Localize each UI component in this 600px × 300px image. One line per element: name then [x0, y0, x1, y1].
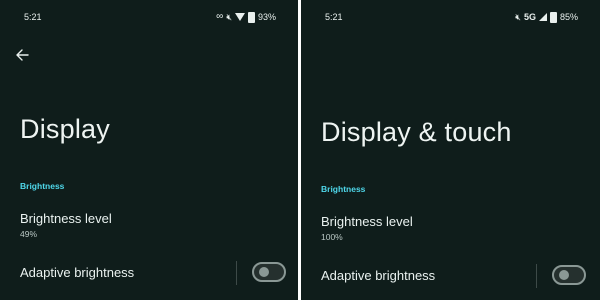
toggle-knob	[259, 267, 269, 277]
section-header-brightness: Brightness	[321, 184, 366, 194]
brightness-level-label: Brightness level	[20, 211, 112, 226]
battery-icon	[247, 11, 255, 23]
section-header-brightness: Brightness	[20, 181, 65, 191]
arrow-left-icon	[16, 49, 29, 61]
status-bar: 5:21 ∞ 🔇︎ 93%	[0, 10, 298, 26]
status-time: 5:21	[325, 12, 343, 22]
battery-percent: 93%	[257, 12, 276, 22]
status-bar: 5:21 🔇︎ 5G 85%	[301, 10, 600, 26]
adaptive-brightness-toggle[interactable]	[552, 265, 586, 285]
adaptive-brightness-row[interactable]: Adaptive brightness	[301, 258, 600, 298]
adaptive-brightness-row[interactable]: Adaptive brightness	[0, 255, 298, 295]
brightness-level-value: 49%	[20, 229, 38, 239]
brightness-level-value: 100%	[321, 232, 343, 242]
status-icons: ∞ 🔇︎ 93%	[216, 11, 276, 23]
signal-icon	[538, 13, 547, 21]
status-icons: 🔇︎ 5G 85%	[515, 11, 578, 23]
network-type: 5G	[523, 12, 536, 22]
divider	[536, 264, 537, 288]
phone-screen-display-touch: 5:21 🔇︎ 5G 85% Display & touch Brightnes…	[301, 0, 600, 300]
page-title: Display & touch	[321, 117, 512, 147]
mute-icon: 🔇︎	[226, 12, 232, 22]
wifi-icon	[234, 13, 245, 21]
link-icon: ∞	[216, 11, 224, 22]
brightness-level-label: Brightness level	[321, 214, 413, 229]
mute-icon: 🔇︎	[515, 12, 521, 22]
page-title: Display	[20, 114, 110, 144]
divider	[236, 261, 237, 285]
battery-percent: 85%	[559, 12, 578, 22]
back-button[interactable]	[13, 46, 31, 64]
adaptive-brightness-label: Adaptive brightness	[321, 268, 436, 283]
phone-screen-display: 5:21 ∞ 🔇︎ 93% Display Brightness Brightn…	[0, 0, 298, 300]
adaptive-brightness-toggle[interactable]	[252, 262, 286, 282]
status-time: 5:21	[24, 12, 42, 22]
adaptive-brightness-label: Adaptive brightness	[20, 265, 135, 280]
toggle-knob	[559, 270, 569, 280]
battery-icon	[549, 11, 557, 23]
